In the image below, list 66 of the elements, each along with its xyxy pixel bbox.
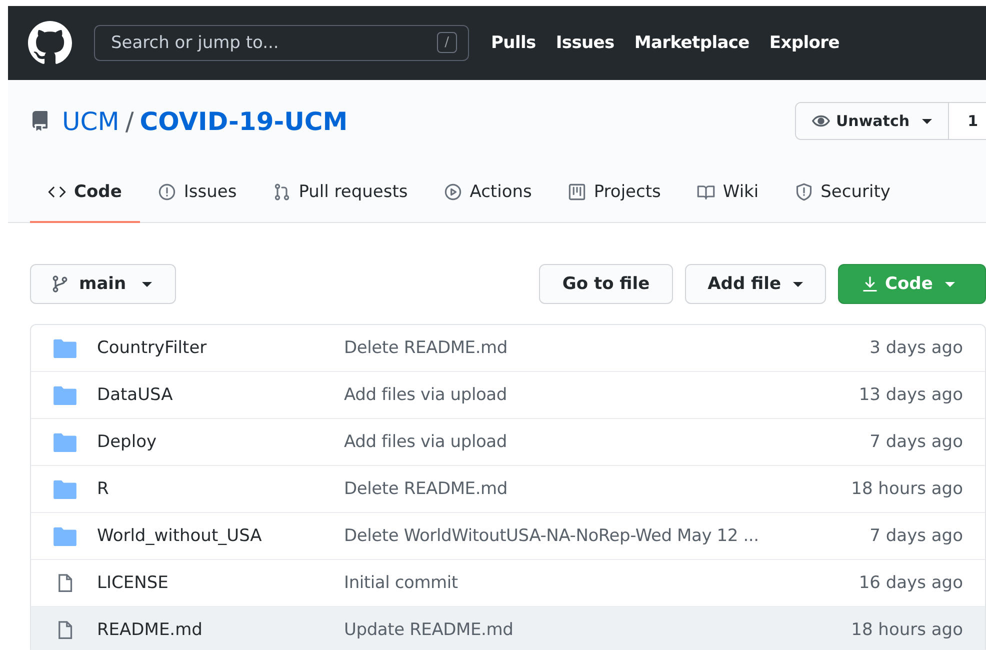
repo-icon — [30, 111, 50, 131]
file-row[interactable]: World_without_USA Delete WorldWitoutUSA-NA-NoRep-Wed May 12 ... 7 days ago — [31, 512, 985, 559]
repo-tab[interactable]: Pull requests — [254, 162, 426, 223]
file-row[interactable]: Deploy Add files via upload 7 days ago — [31, 418, 985, 465]
commit-message-link[interactable]: Delete WorldWitoutUSA-NA-NoRep-Wed May 12 ... — [344, 526, 796, 546]
repo-tab[interactable]: Security — [776, 162, 908, 223]
commit-age: 7 days ago — [870, 526, 963, 546]
file-row[interactable]: README.md Update README.md 18 hours ago — [31, 606, 985, 650]
shield-icon — [794, 182, 813, 200]
download-icon — [861, 275, 879, 293]
caret-icon — [922, 118, 932, 124]
commit-message-link[interactable]: Add files via upload — [344, 385, 796, 405]
add-file-button[interactable]: Add file — [684, 264, 826, 304]
folder-icon — [53, 526, 77, 546]
file-name-link[interactable]: DataUSA — [97, 385, 344, 405]
go-to-file-button[interactable]: Go to file — [539, 264, 673, 304]
file-name-link[interactable]: README.md — [97, 620, 344, 640]
commit-age: 3 days ago — [870, 338, 963, 358]
commit-age: 18 hours ago — [851, 479, 963, 499]
commit-age: 13 days ago — [858, 385, 963, 405]
branch-button[interactable]: main — [30, 264, 176, 304]
file-name-link[interactable]: LICENSE — [97, 573, 344, 593]
folder-icon — [53, 385, 77, 405]
board-icon — [568, 182, 586, 200]
nav-link[interactable]: Explore — [769, 33, 840, 53]
commit-message-link[interactable]: Add files via upload — [344, 432, 796, 452]
repo-tab[interactable]: Code — [30, 162, 140, 223]
repo-tab[interactable]: Projects — [550, 162, 679, 223]
commit-age: 18 hours ago — [851, 620, 963, 640]
file-row[interactable]: DataUSA Add files via upload 13 days ago — [31, 371, 985, 418]
file-row[interactable]: CountryFilter Delete README.md 3 days ago — [31, 325, 985, 371]
repo-name-link[interactable]: COVID-19-UCM — [140, 106, 348, 136]
branch-icon — [51, 275, 69, 293]
folder-icon — [53, 479, 77, 499]
caret-icon — [142, 282, 152, 286]
commit-message-link[interactable]: Update README.md — [344, 620, 796, 640]
repo-tab[interactable]: Wiki — [678, 162, 777, 223]
unwatch-button[interactable]: Unwatch — [796, 103, 949, 139]
caret-icon — [793, 282, 803, 286]
pull-request-icon — [272, 182, 291, 200]
nav-link[interactable]: Marketplace — [634, 33, 750, 53]
path-separator: / — [125, 106, 134, 136]
file-name-link[interactable]: Deploy — [97, 432, 344, 452]
commit-message-link[interactable]: Delete README.md — [344, 479, 796, 499]
file-name-link[interactable]: CountryFilter — [97, 338, 344, 358]
repo-tab[interactable]: Actions — [426, 162, 550, 223]
commit-message-link[interactable]: Delete README.md — [344, 338, 796, 358]
play-icon — [444, 182, 462, 200]
folder-icon — [53, 338, 77, 358]
book-icon — [696, 182, 715, 200]
folder-icon — [53, 432, 77, 452]
commit-age: 7 days ago — [870, 432, 963, 452]
file-row[interactable]: R Delete README.md 18 hours ago — [31, 465, 985, 512]
file-name-link[interactable]: R — [97, 479, 344, 499]
circle-icon — [158, 182, 176, 200]
commit-age: 16 days ago — [858, 573, 963, 593]
nav-link[interactable]: Issues — [556, 33, 614, 53]
repo-tab[interactable]: Issues — [140, 162, 255, 223]
octocat-logo-icon[interactable] — [28, 21, 72, 65]
owner-link[interactable]: UCM — [62, 106, 120, 136]
watch-count[interactable]: 1 — [948, 103, 986, 139]
nav-link[interactable]: Pulls — [491, 33, 536, 53]
file-name-link[interactable]: World_without_USA — [97, 526, 344, 546]
commit-message-link[interactable]: Initial commit — [344, 573, 796, 593]
shortcut-key: / — [436, 32, 457, 53]
caret-icon — [944, 282, 955, 286]
